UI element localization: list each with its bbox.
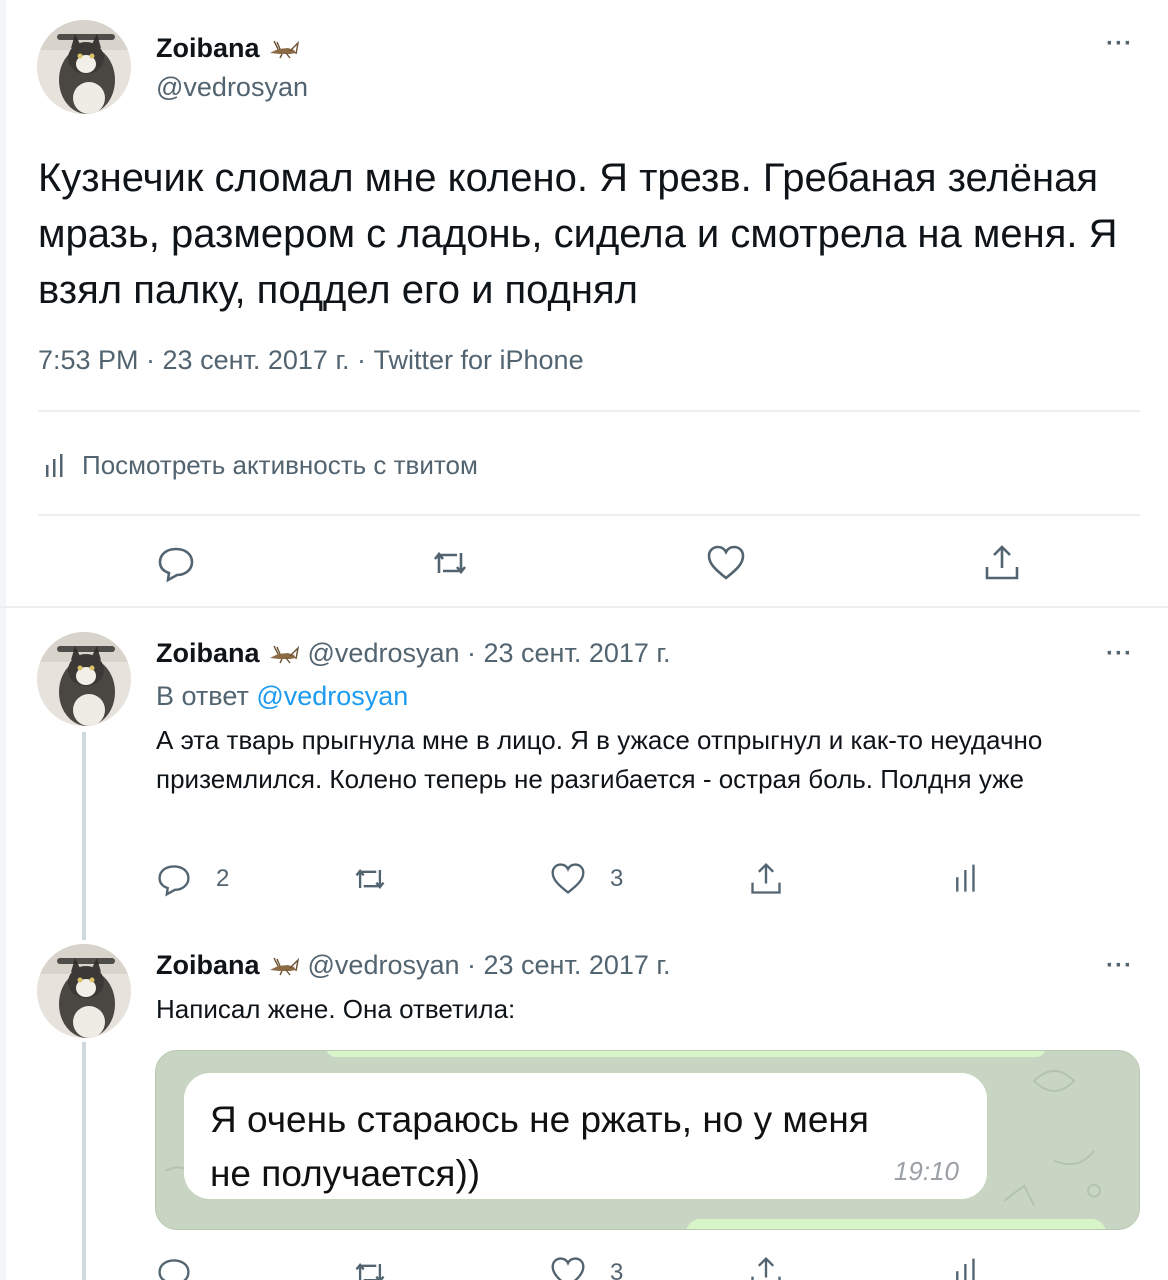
more-options-icon[interactable]: ··· bbox=[1106, 952, 1133, 980]
like-count: 3 bbox=[610, 1259, 624, 1280]
handle-and-date[interactable]: @vedrosyan · 23 сент. 2017 г. bbox=[308, 638, 671, 669]
analytics-button[interactable] bbox=[948, 1255, 984, 1280]
cricket-emoji-icon bbox=[269, 645, 299, 663]
cat-avatar-image bbox=[37, 20, 131, 114]
reply-header: Zoibana @vedrosyan · 23 сент. 2017 г. bbox=[156, 638, 670, 669]
reply-header: Zoibana @vedrosyan · 23 сент. 2017 г. bbox=[156, 950, 670, 981]
display-name[interactable]: Zoibana bbox=[156, 950, 260, 981]
reply-icon[interactable] bbox=[156, 543, 196, 583]
tweet-media-image[interactable]: Я очень стараюсь не ржать, но у меня не … bbox=[155, 1050, 1140, 1230]
heart-icon[interactable] bbox=[706, 543, 746, 583]
analytics-button[interactable] bbox=[948, 861, 984, 897]
tweet-text: Кузнечик сломал мне колено. Я трезв. Гре… bbox=[38, 156, 1118, 312]
share-icon[interactable] bbox=[982, 543, 1022, 583]
more-options-icon[interactable]: ··· bbox=[1106, 30, 1133, 58]
avatar[interactable] bbox=[37, 20, 131, 114]
analytics-icon bbox=[46, 453, 63, 477]
main-tweet: Zoibana @vedrosyan ··· Кузнечик сломал м… bbox=[0, 0, 1168, 608]
retweet-icon bbox=[355, 1263, 385, 1280]
display-name-text[interactable]: Zoibana bbox=[156, 33, 260, 64]
cricket-emoji-icon bbox=[269, 40, 299, 58]
display-name[interactable]: Zoibana bbox=[156, 33, 300, 64]
chat-message: Я очень стараюсь не ржать, но у меня не … bbox=[210, 1099, 869, 1194]
reply-icon bbox=[158, 1259, 190, 1280]
tweet-text: Написал жене. Она ответила: bbox=[156, 994, 516, 1024]
retweet-icon[interactable] bbox=[430, 543, 470, 583]
heart-icon bbox=[551, 1257, 585, 1280]
handle[interactable]: @vedrosyan bbox=[156, 72, 308, 103]
reply-to-prefix: В ответ bbox=[156, 681, 249, 711]
like-button[interactable]: 3 bbox=[550, 861, 623, 897]
cat-avatar-image bbox=[37, 944, 131, 1038]
heart-icon bbox=[551, 863, 585, 894]
more-options-icon[interactable]: ··· bbox=[1106, 640, 1133, 668]
analytics-icon bbox=[956, 1258, 975, 1280]
chat-bubble-outgoing bbox=[326, 1051, 1046, 1057]
share-icon bbox=[751, 1256, 781, 1280]
retweet-button[interactable] bbox=[352, 1255, 388, 1280]
like-count: 3 bbox=[610, 865, 624, 892]
reply-to-mention[interactable]: @vedrosyan bbox=[256, 681, 408, 711]
chat-bubble-incoming: Я очень стараюсь не ржать, но у меня не … bbox=[184, 1073, 987, 1199]
analytics-icon bbox=[956, 864, 975, 892]
tweet-analytics-button[interactable]: Посмотреть активность с твитом bbox=[44, 450, 478, 481]
retweet-button[interactable] bbox=[352, 861, 388, 897]
reply-count: 2 bbox=[216, 865, 230, 892]
display-name[interactable]: Zoibana bbox=[156, 638, 260, 669]
avatar[interactable] bbox=[37, 632, 131, 726]
reply-to-line: В ответ @vedrosyan bbox=[156, 681, 408, 712]
reply-icon bbox=[158, 865, 190, 897]
tweet-meta[interactable]: 7:53 PM · 23 сент. 2017 г. · Twitter for… bbox=[38, 345, 584, 376]
tweet-text: А эта тварь прыгнула мне в лицо. Я в ужа… bbox=[156, 725, 1043, 794]
share-button[interactable] bbox=[748, 1255, 784, 1280]
thread-line bbox=[82, 732, 86, 940]
divider bbox=[38, 514, 1140, 516]
cat-avatar-image bbox=[37, 632, 131, 726]
thread-line bbox=[82, 1042, 86, 1280]
retweet-icon bbox=[355, 869, 385, 889]
divider bbox=[38, 410, 1140, 412]
chat-timestamp: 19:10 bbox=[893, 1156, 959, 1186]
chat-bubble-outgoing bbox=[686, 1219, 1106, 1229]
avatar[interactable] bbox=[37, 944, 131, 1038]
like-button[interactable]: 3 bbox=[550, 1255, 623, 1280]
reply-button[interactable] bbox=[156, 1255, 192, 1280]
reply-button[interactable]: 2 bbox=[156, 861, 229, 897]
analytics-label[interactable]: Посмотреть активность с твитом bbox=[82, 450, 478, 481]
handle-and-date[interactable]: @vedrosyan · 23 сент. 2017 г. bbox=[308, 950, 671, 981]
cricket-emoji-icon bbox=[269, 957, 299, 975]
share-icon bbox=[751, 862, 781, 894]
share-button[interactable] bbox=[748, 861, 784, 897]
